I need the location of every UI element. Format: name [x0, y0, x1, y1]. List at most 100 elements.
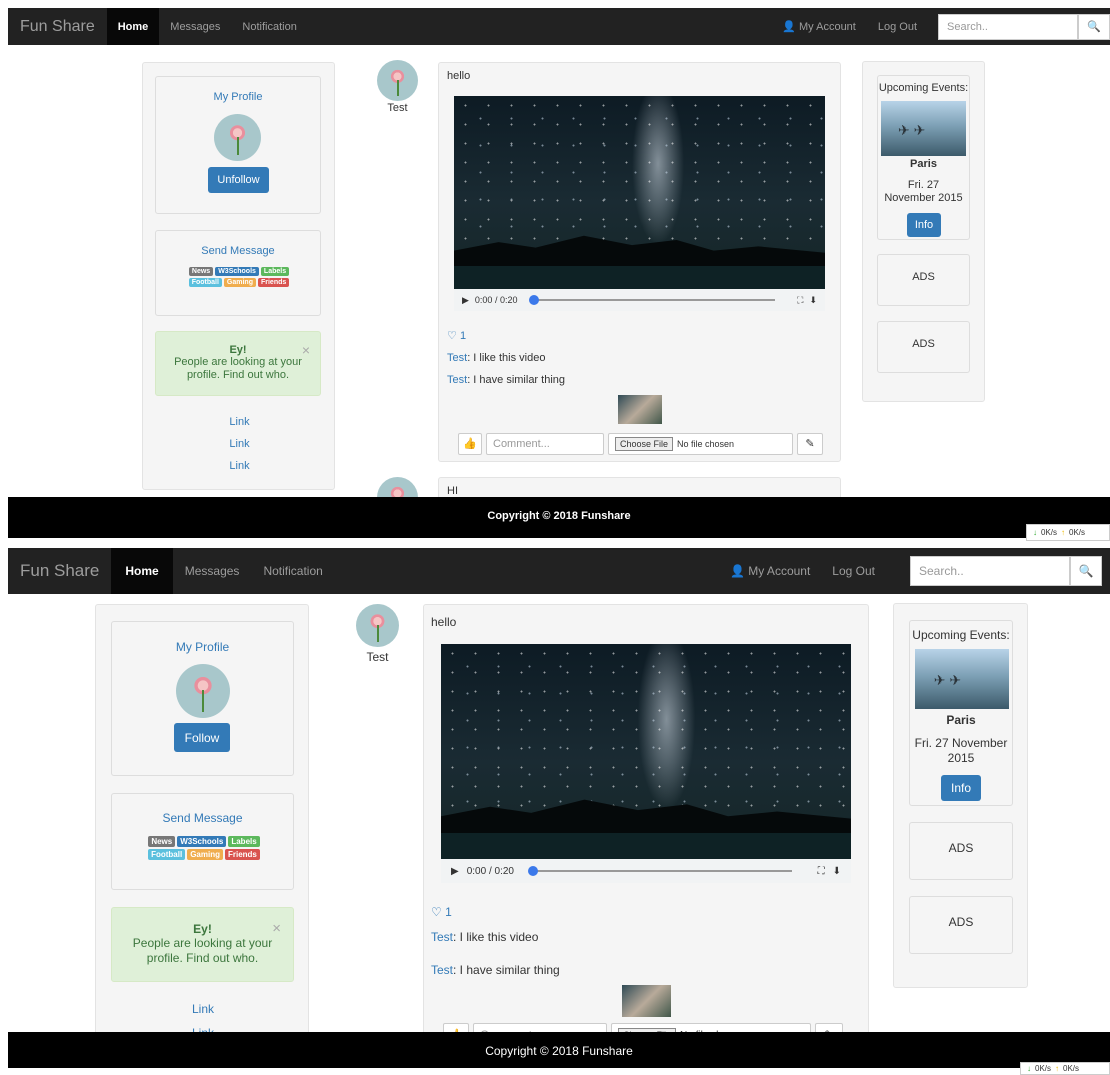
- comment-2: Test: I have similar thing: [447, 374, 565, 386]
- unfollow-button[interactable]: Unfollow: [208, 167, 269, 193]
- nav-my-account[interactable]: 👤 My Account: [771, 8, 867, 45]
- like-button[interactable]: 👍: [458, 432, 482, 455]
- nav-logout[interactable]: Log Out: [821, 548, 886, 594]
- link-2[interactable]: Link: [143, 433, 336, 455]
- label-football: Football: [188, 278, 222, 287]
- fullscreen-icon[interactable]: ⛶: [797, 295, 803, 306]
- label-labels: Labels: [260, 267, 290, 276]
- post-author-name[interactable]: Test: [377, 102, 418, 114]
- nav-home[interactable]: Home: [106, 8, 160, 45]
- post-author-avatar[interactable]: [377, 60, 418, 101]
- profile-card: My Profile Follow: [111, 621, 294, 776]
- comment-text: : I have similar thing: [467, 374, 566, 386]
- upload-arrow-icon: ↑: [1061, 528, 1066, 537]
- choose-file-button[interactable]: Choose File: [615, 436, 674, 451]
- ad-slot-1[interactable]: ADS: [909, 822, 1013, 880]
- nav-home[interactable]: Home: [111, 548, 173, 594]
- network-speed-widget: ↓ 0K/s ↑ 0K/s: [1026, 524, 1110, 541]
- nav-my-account[interactable]: 👤 My Account: [719, 548, 821, 594]
- user-icon: 👤: [782, 21, 796, 33]
- nav-notification[interactable]: Notification: [251, 548, 334, 594]
- video-water: [441, 833, 851, 859]
- profile-avatar: [176, 664, 230, 718]
- video-controls: ▶ 0:00 / 0:20 ⛶ ⬇: [454, 289, 825, 311]
- ad-slot-2[interactable]: ADS: [877, 321, 970, 373]
- heart-icon: ♡: [431, 905, 442, 919]
- alert-title: Ey!: [229, 344, 247, 356]
- ad-slot-2[interactable]: ADS: [909, 896, 1013, 954]
- events-title: Upcoming Events:: [878, 82, 969, 94]
- close-icon[interactable]: ×: [272, 920, 281, 937]
- search-input[interactable]: Search..: [910, 556, 1070, 586]
- nav-logout[interactable]: Log Out: [867, 8, 928, 45]
- progress-handle[interactable]: [529, 295, 540, 305]
- attachment-thumbnail[interactable]: [618, 395, 662, 424]
- post-video[interactable]: [441, 644, 851, 859]
- comment-user[interactable]: Test: [431, 963, 453, 977]
- info-button[interactable]: Info: [907, 213, 941, 237]
- download-icon[interactable]: ⬇: [809, 295, 817, 306]
- thumbs-up-icon: 👍: [463, 438, 477, 450]
- likes-value: 1: [445, 905, 452, 919]
- label-friends: Friends: [224, 849, 260, 860]
- label-news: News: [148, 836, 176, 847]
- post-video[interactable]: [454, 96, 825, 289]
- link-1[interactable]: Link: [96, 997, 310, 1021]
- send-message-link[interactable]: Send Message: [112, 811, 293, 825]
- post-author-avatar[interactable]: [356, 604, 399, 647]
- info-button[interactable]: Info: [941, 775, 981, 801]
- post-text: hello: [431, 615, 457, 629]
- comment-input[interactable]: Comment...: [486, 432, 604, 455]
- play-icon[interactable]: ▶: [462, 295, 469, 306]
- download-arrow-icon: ↓: [1033, 528, 1037, 537]
- comment-user[interactable]: Test: [431, 930, 453, 944]
- link-3[interactable]: Link: [143, 455, 336, 477]
- link-1[interactable]: Link: [143, 411, 336, 433]
- events-card: Upcoming Events: Paris Fri. 27 November …: [909, 620, 1013, 806]
- search-button[interactable]: 🔍: [1078, 13, 1110, 40]
- left-sidebar: My Profile Follow Send Message News W3Sc…: [95, 604, 309, 1044]
- play-icon[interactable]: ▶: [451, 866, 459, 877]
- like-count[interactable]: ♡ 1: [447, 329, 466, 342]
- search-input[interactable]: Search..: [938, 13, 1078, 40]
- nav-messages[interactable]: Messages: [159, 8, 231, 45]
- file-input[interactable]: Choose FileNo file chosen: [608, 432, 793, 455]
- my-profile-link[interactable]: My Profile: [156, 91, 320, 103]
- video-progress-bar[interactable]: [527, 866, 792, 876]
- brand[interactable]: Fun Share: [8, 561, 111, 581]
- my-account-label: My Account: [748, 564, 811, 578]
- post-author-name[interactable]: Test: [356, 650, 399, 664]
- send-message-link[interactable]: Send Message: [156, 245, 320, 257]
- video-progress-bar[interactable]: [529, 295, 776, 305]
- label-w3schools: W3Schools: [177, 836, 227, 847]
- no-file-text: No file chosen: [677, 438, 735, 449]
- follow-button[interactable]: Follow: [174, 723, 230, 752]
- download-icon[interactable]: ⬇: [833, 866, 841, 877]
- alert-body: People are looking at your profile. Find…: [174, 356, 302, 381]
- fullscreen-icon[interactable]: ⛶: [818, 866, 825, 877]
- ad-slot-1[interactable]: ADS: [877, 254, 970, 306]
- comment-text: : I have similar thing: [453, 963, 560, 977]
- comment-user[interactable]: Test: [447, 352, 467, 364]
- comment-user[interactable]: Test: [447, 374, 467, 386]
- submit-comment-button[interactable]: ✎: [797, 432, 823, 455]
- alert-box: Ey! People are looking at your profile. …: [155, 331, 321, 396]
- post-text: hello: [447, 70, 471, 82]
- screenshot-bottom: Fun Share Home Messages Notification 👤 M…: [0, 548, 1110, 1075]
- attachment-thumbnail[interactable]: [622, 985, 671, 1017]
- nav-notification[interactable]: Notification: [231, 8, 307, 45]
- progress-handle[interactable]: [527, 866, 538, 876]
- my-profile-link[interactable]: My Profile: [112, 640, 293, 654]
- upload-speed: 0K/s: [1069, 528, 1086, 537]
- label-football: Football: [148, 849, 186, 860]
- send-message-card: Send Message News W3Schools Labels Footb…: [111, 793, 294, 890]
- search-button[interactable]: 🔍: [1070, 556, 1102, 586]
- alert-title: Ey!: [193, 922, 212, 936]
- label-w3schools: W3Schools: [215, 267, 259, 276]
- right-sidebar: Upcoming Events: Paris Fri. 27 November …: [893, 603, 1028, 988]
- brand[interactable]: Fun Share: [8, 18, 107, 36]
- nav-messages[interactable]: Messages: [173, 548, 252, 594]
- like-count[interactable]: ♡ 1: [431, 905, 452, 919]
- close-icon[interactable]: ×: [302, 342, 310, 358]
- network-speed-widget: ↓ 0K/s ↑ 0K/s: [1020, 1062, 1110, 1075]
